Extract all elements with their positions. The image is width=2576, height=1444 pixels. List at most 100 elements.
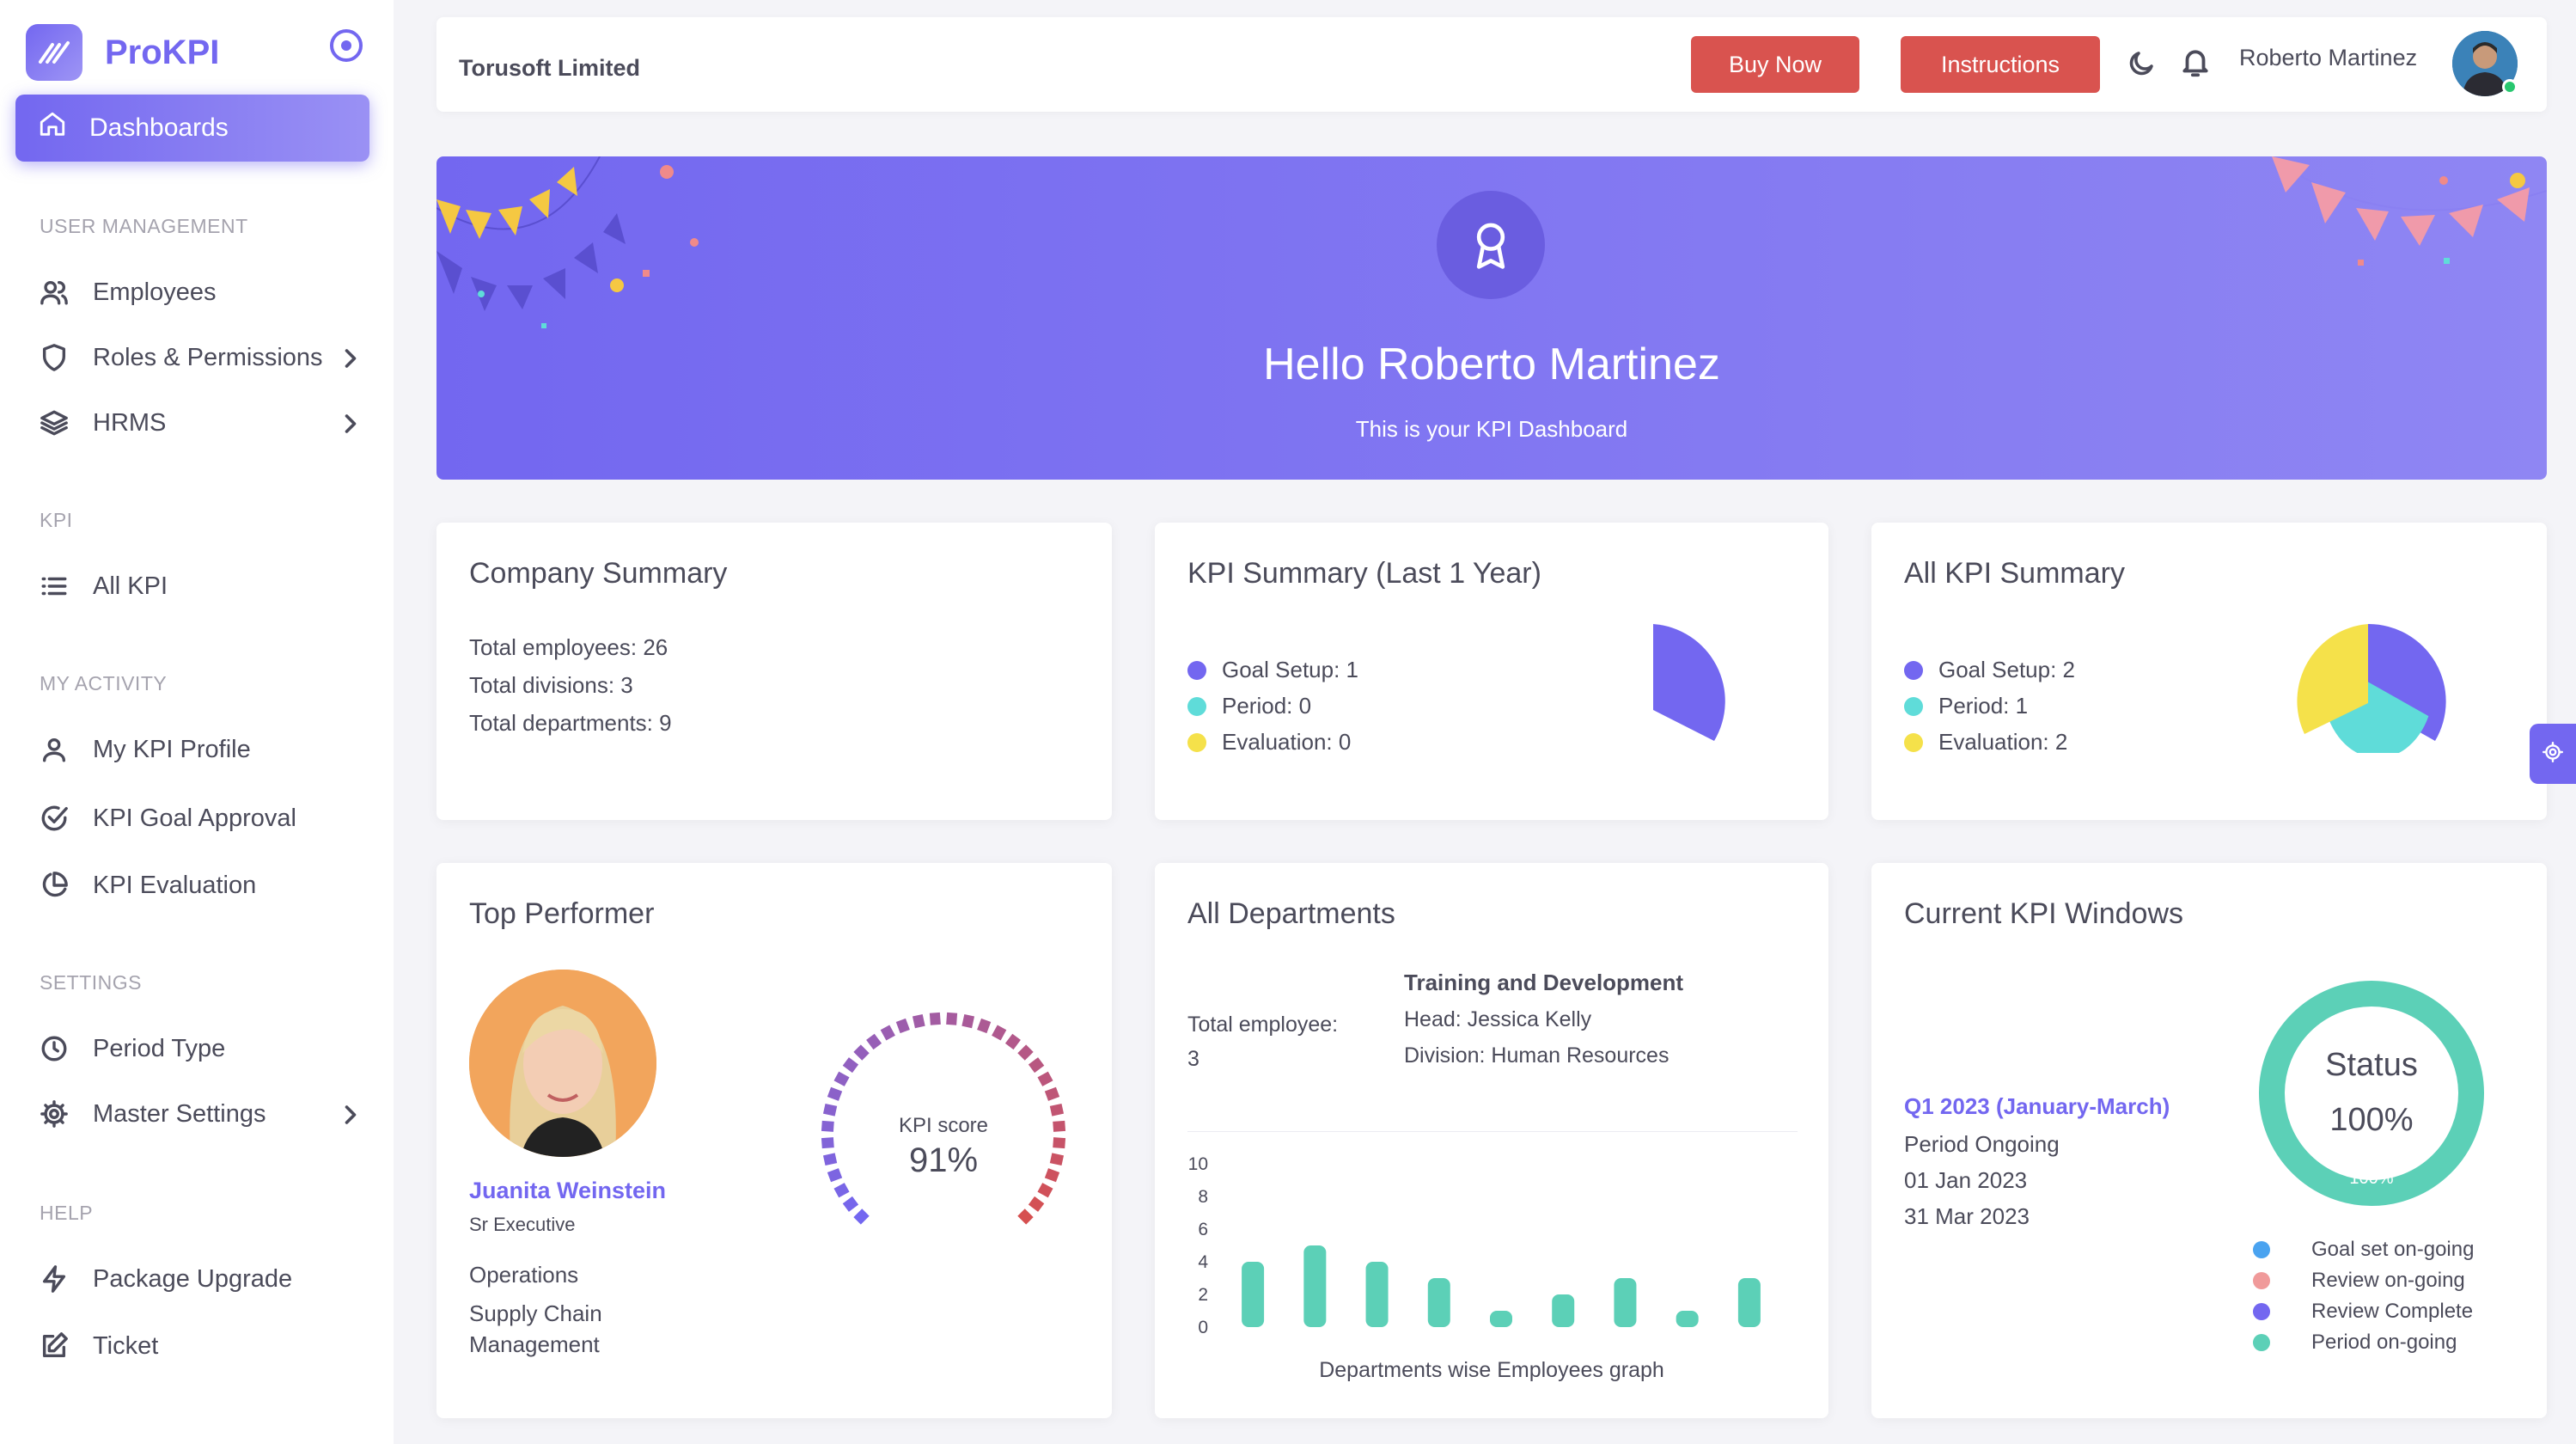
current-kpi-windows-card: Current KPI Windows Q1 2023 (January-Mar… [1871,863,2547,1418]
all-kpi-summary-card: All KPI Summary Goal Setup: 2 Period: 1 … [1871,523,2547,820]
legend-evaluation: Evaluation: 2 [1904,729,2067,756]
buy-now-button[interactable]: Buy Now [1691,36,1859,93]
topbar: Torusoft Limited Buy Now Instructions Ro… [436,17,2547,112]
sidebar-item-label: Period Type [93,1034,226,1062]
all-kpi-pie-chart [2297,624,2446,753]
bolt-icon [38,1263,70,1295]
bar[interactable] [1676,1311,1699,1327]
legend-dot [2253,1241,2270,1258]
bar[interactable] [1365,1262,1389,1327]
legend-label: Review Complete [2311,1300,2474,1323]
card-title: KPI Summary (Last 1 Year) [1187,557,1541,590]
legend-goal-setup: Goal Setup: 2 [1904,657,2075,683]
y-tick-label: 2 [1198,1285,1208,1305]
sidebar-item-kpi-evaluation[interactable]: KPI Evaluation [38,860,364,911]
gauge-segment [1017,1044,1034,1061]
bar[interactable] [1303,1245,1327,1327]
donut-title: Status [2325,1047,2418,1083]
section-kpi: KPI [40,509,73,531]
sidebar-pin-icon[interactable] [330,29,363,62]
chevron-right-icon [342,1104,359,1132]
bar[interactable] [1427,1278,1450,1327]
performer-photo[interactable] [469,970,656,1157]
department-division: Division: Human Resources [1404,1043,1670,1068]
pie-chart-icon [38,869,70,902]
edit-icon [38,1330,70,1362]
bar[interactable] [1552,1294,1575,1327]
gauge-segment [822,1103,838,1117]
legend-dot [2253,1334,2270,1351]
instructions-button[interactable]: Instructions [1901,36,2100,93]
card-title: Current KPI Windows [1904,897,2183,930]
performer-name[interactable]: Juanita Weinstein [469,1178,666,1204]
gear-icon [2542,741,2564,768]
sidebar-item-package-upgrade[interactable]: Package Upgrade [38,1253,364,1305]
bunting-left-decoration [436,156,699,328]
legend-dot [1904,696,1923,716]
y-tick-label: 4 [1198,1252,1208,1272]
legend-period-ongoing[interactable]: Period on-going [2253,1331,2457,1355]
award-badge-icon [1437,191,1545,299]
sidebar-item-label: Package Upgrade [93,1264,293,1293]
divider [1187,1131,1798,1132]
legend-review-ongoing[interactable]: Review on-going [2253,1269,2465,1293]
sidebar: ProKPI Dashboards USER MANAGEMENT Employ… [0,0,394,1444]
bar[interactable] [1242,1262,1265,1327]
bunting-right-decoration [2272,156,2547,266]
settings-gear-tab[interactable] [2530,724,2576,784]
kpi-window-status: Period Ongoing [1904,1131,2060,1157]
sidebar-item-roles[interactable]: Roles & Permissions [38,332,364,383]
sidebar-item-label: Master Settings [93,1099,266,1128]
sidebar-item-hrms[interactable]: HRMS [38,397,364,449]
kpi-window-end: 31 Mar 2023 [1904,1203,2030,1229]
sidebar-item-label: All KPI [93,572,168,600]
total-employees: Total employees: 26 [469,634,668,660]
department-head: Head: Jessica Kelly [1404,1007,1592,1031]
gauge-segment [866,1033,882,1050]
user-name[interactable]: Roberto Martinez [2239,45,2417,71]
performer-department: Operations [469,1262,579,1288]
legend-label: Period: 0 [1222,693,1312,719]
moon-icon[interactable] [2126,48,2157,83]
bar[interactable] [1614,1278,1637,1327]
legend-label: Goal Setup: 1 [1222,657,1358,682]
section-my-activity: MY ACTIVITY [40,672,168,694]
gauge-segment [1037,1071,1053,1086]
legend-review-complete[interactable]: Review Complete [2253,1300,2473,1324]
sidebar-item-ticket[interactable]: Ticket [38,1320,364,1372]
total-divisions: Total divisions: 3 [469,672,633,698]
sidebar-item-master-settings[interactable]: Master Settings [38,1088,364,1140]
brand[interactable]: ProKPI [26,24,219,81]
chevron-right-icon [342,347,359,376]
gauge-segment [833,1071,850,1086]
card-title: All KPI Summary [1904,557,2125,590]
gauge-segment [912,1013,925,1029]
sidebar-item-dashboards[interactable]: Dashboards [15,95,369,162]
sidebar-item-label: Dashboards [89,113,229,142]
gauge-segment [961,1013,975,1029]
y-tick-label: 10 [1188,1154,1208,1174]
gauge-segment [1044,1086,1060,1101]
bell-icon[interactable] [2179,46,2212,83]
section-settings: SETTINGS [40,971,143,994]
total-departments: Total departments: 9 [469,710,672,736]
bar[interactable] [1490,1311,1512,1327]
sidebar-item-employees[interactable]: Employees [38,266,364,318]
legend-goal-set[interactable]: Goal set on-going [2253,1238,2474,1262]
sidebar-item-period-type[interactable]: Period Type [38,1023,364,1074]
sidebar-item-my-kpi-profile[interactable]: My KPI Profile [38,724,364,775]
gauge-segment [880,1025,895,1041]
kpi-window-period-link[interactable]: Q1 2023 (January-March) [1904,1093,2170,1120]
sidebar-item-all-kpi[interactable]: All KPI [38,560,364,612]
chart-caption: Departments wise Employees graph [1319,1358,1664,1382]
bar[interactable] [1737,1278,1761,1327]
sidebar-item-kpi-goal-approval[interactable]: KPI Goal Approval [38,792,364,844]
performer-team: Supply Chain Management [469,1300,602,1357]
legend-dot [2253,1303,2270,1320]
legend-period: Period: 0 [1187,693,1311,719]
gauge-segment [929,1012,941,1025]
brand-name: ProKPI [105,33,220,71]
y-tick-label: 6 [1198,1220,1208,1239]
company-name: Torusoft Limited [459,55,640,81]
card-title: All Departments [1187,897,1395,930]
